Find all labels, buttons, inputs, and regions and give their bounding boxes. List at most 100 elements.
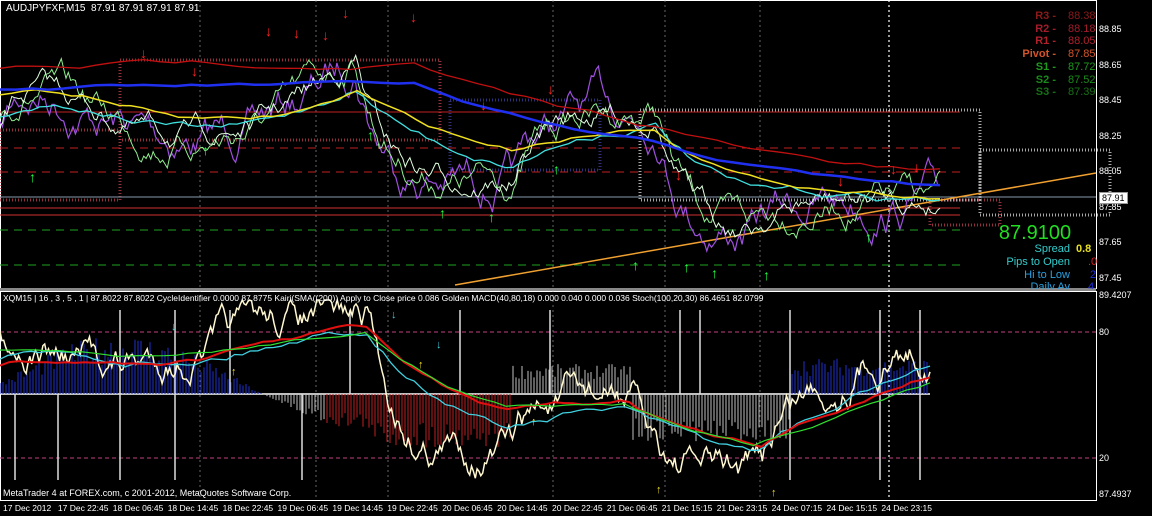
sell-arrow-icon: ↓ [675, 167, 682, 183]
pivot-name: R2 [1035, 22, 1050, 35]
sell-arrow-icon: ↓ [913, 159, 920, 175]
pivot-value-r1: 88.05 [1068, 35, 1096, 48]
time-tick: 17 Dec 22:45 [57, 503, 109, 513]
pivot-label-s1: S1 - [1035, 60, 1056, 73]
time-tick: 19 Dec 22:45 [387, 503, 438, 513]
chart-title: AUDJPYFXF,M15 87.91 87.91 87.91 87.91 [6, 3, 199, 14]
price-tick: 88.85 [1099, 24, 1122, 34]
signal-arrow-icon: ↑ [418, 359, 424, 371]
price-tick: 88.65 [1099, 59, 1122, 70]
pivot-name: S2 [1035, 73, 1050, 86]
buy-arrow-icon: ↑ [865, 229, 872, 245]
sell-arrow-icon: ↓ [191, 63, 198, 79]
time-tick: 21 Dec 15:15 [661, 503, 713, 513]
buy-arrow-icon: ↑ [763, 267, 770, 283]
ichimoku-cloud [0, 128, 122, 202]
pivot-name: Pivot [1022, 48, 1050, 61]
sell-arrow-icon: ↓ [480, 97, 487, 113]
metatrader-chart-window[interactable]: ↓ ↓ ↓ ↓ ↓ ↓ ↓ ↓ ↓ ↓ ↓ ↓ ↓ ↑ ↑ ↑ ↑ ↑ ↑ ↑ ↑ ↑ ↑ ↑ ↓ ↓ ↓ ↑ ↑ ↑ ↑ ↑ AUDJPYF… [0, 0, 1152, 516]
pivot-value-pivot: 87.85 [1068, 48, 1096, 61]
buy-arrow-icon: ↑ [488, 209, 495, 225]
buy-arrow-icon: ↑ [632, 257, 639, 273]
current-price-display: 87.9100 [998, 222, 1072, 244]
sub-panel-frame [0, 291, 1097, 501]
signal-arrow-icon: ↑ [771, 487, 777, 499]
buy-arrow-icon: ↑ [711, 265, 718, 281]
daily-avg-value: 4 [1088, 281, 1095, 289]
time-tick: 21 Dec 23:15 [716, 503, 768, 513]
sell-arrow-icon: ↓ [140, 45, 147, 61]
buy-arrow-icon: ↑ [367, 127, 374, 143]
sub-axis-80: 80 [1099, 327, 1110, 337]
indicator-header: XQM15 | 16 , 3 , 5 , 1 | 87.8022 87.8022… [3, 293, 764, 303]
red-channel [0, 58, 941, 171]
time-tick: 18 Dec 06:45 [112, 503, 164, 513]
pivot-value-r3: 88.38 [1068, 10, 1096, 22]
signal-arrow-icon: ↓ [436, 339, 442, 351]
sell-arrow-icon: ↓ [322, 27, 329, 43]
sell-arrow-icon: ↓ [342, 5, 349, 21]
purple-series [0, 61, 941, 254]
time-tick: 21 Dec 06:45 [606, 503, 658, 513]
sell-arrow-icon: ↓ [410, 9, 417, 25]
time-tick: 18 Dec 14:45 [167, 503, 219, 513]
pips-to-open-value: .0 [1088, 256, 1098, 268]
pivot-label-r3: R3 - [1035, 10, 1056, 22]
pivot-value-s2: 87.52 [1068, 73, 1096, 86]
price-tick: 88.05 [1099, 166, 1122, 176]
pivot-label-pivot: Pivot - [1022, 48, 1056, 61]
pivot-value-s1: 87.72 [1068, 60, 1096, 73]
pivot-name: R1 [1035, 35, 1050, 48]
sell-arrow-icon: ↓ [547, 81, 554, 97]
buy-arrow-icon: ↑ [553, 161, 560, 177]
buy-arrow-icon: ↑ [29, 169, 36, 185]
pivot-label-r1: R1 - [1035, 35, 1056, 48]
spread-label: Spread [1034, 243, 1070, 255]
white-series [0, 53, 941, 238]
price-tick: 87.65 [1099, 237, 1122, 247]
pivot-label-r2: R2 - [1035, 22, 1056, 35]
signal-arrow-icon: ↓ [171, 321, 177, 333]
symbol-label: AUDJPYFXF,M15 [6, 3, 86, 14]
signal-arrow-icon: ↓ [391, 309, 397, 321]
price-tick: 88.25 [1099, 130, 1122, 141]
sub-axis-20: 20 [1099, 453, 1110, 463]
spread-value: 0.8 [1076, 243, 1092, 255]
pivot-value-s3: 87.39 [1068, 86, 1096, 99]
time-tick: 20 Dec 22:45 [552, 503, 603, 513]
pips-to-open-label: Pips to Open [1006, 256, 1070, 268]
copyright-text: MetaTrader 4 at FOREX.com, c 2001-2012, … [3, 488, 292, 498]
pivot-label-s2: S2 - [1035, 73, 1056, 86]
time-tick: 24 Dec 07:15 [771, 503, 823, 513]
time-tick: 18 Dec 22:45 [222, 503, 274, 513]
daily-avg-label: Daily Av [1030, 281, 1070, 289]
buy-arrow-icon: ↑ [683, 259, 690, 275]
yellow-ma [0, 88, 941, 200]
buy-arrow-icon: ↑ [439, 205, 446, 221]
sell-arrow-icon: ↓ [890, 161, 897, 177]
sell-arrow-icon: ↓ [265, 23, 272, 39]
time-tick: 20 Dec 14:45 [497, 503, 548, 513]
time-tick: 24 Dec 23:15 [881, 503, 932, 513]
signal-arrow-icon: ↑ [231, 366, 237, 378]
ohlc-values: 87.91 87.91 87.91 87.91 [91, 3, 200, 14]
time-tick: 19 Dec 14:45 [332, 503, 383, 513]
time-tick: 24 Dec 15:15 [826, 503, 878, 513]
pivot-name: R3 [1035, 10, 1050, 22]
time-tick: 17 Dec 2012 [3, 503, 52, 513]
sub-axis-top: 89.4207 [1099, 290, 1132, 300]
sell-arrow-icon: ↓ [837, 173, 844, 189]
pivot-value-r2: 88.18 [1068, 22, 1096, 35]
time-tick: 20 Dec 06:45 [442, 503, 493, 513]
signal-arrow-icon: ↑ [531, 416, 537, 428]
time-tick: 19 Dec 06:45 [277, 503, 329, 513]
current-price-tag: 87.91 [1099, 192, 1128, 204]
sub-axis-bottom: 87.4937 [1099, 489, 1132, 499]
pivot-label-s3: S3 - [1035, 86, 1056, 99]
price-tick: 88.45 [1099, 95, 1122, 105]
pivot-name: S3 [1035, 86, 1050, 99]
price-tick: 87.45 [1099, 272, 1122, 283]
pivot-name: S1 [1035, 60, 1050, 73]
buy-arrow-icon: ↑ [202, 142, 209, 158]
sell-arrow-icon: ↓ [293, 25, 300, 41]
